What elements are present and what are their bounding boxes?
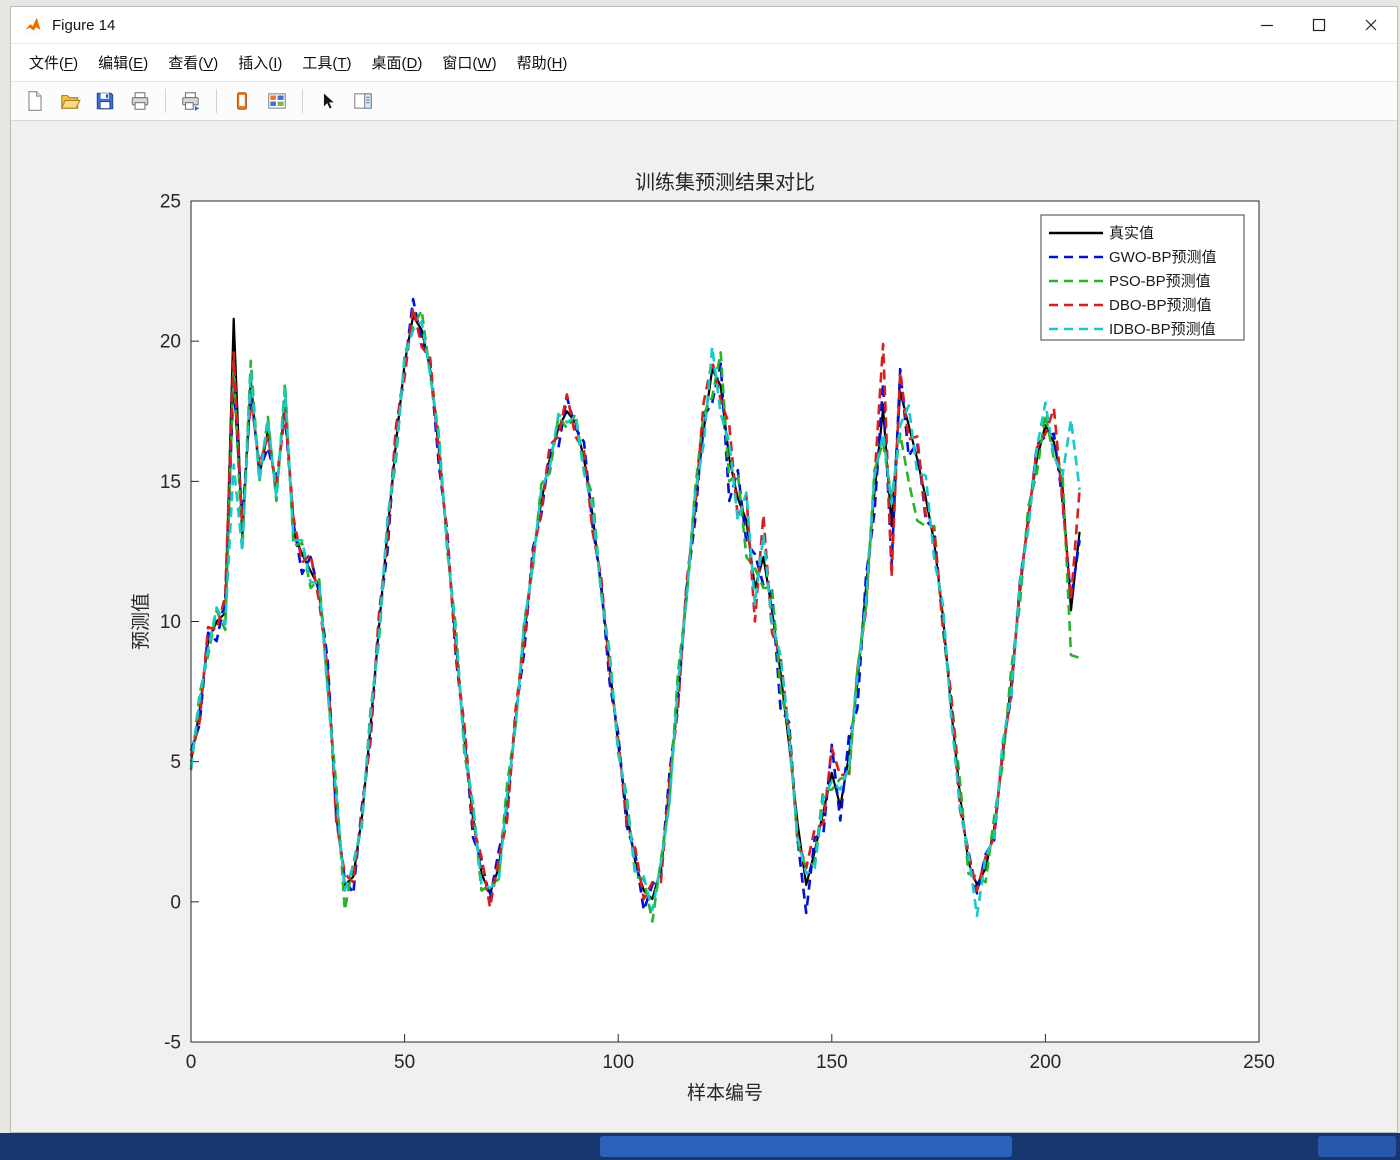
legend-entry-gwo-bp[interactable]: GWO-BP预测值 [1109, 249, 1217, 266]
figure-window: Figure 14 文件(F) 编辑(E) 查看(V) 插入(I) 工具(T) 桌面(D)… [10, 6, 1398, 1133]
x-tick-label: 0 [186, 1052, 197, 1073]
window-title: Figure 14 [52, 16, 116, 34]
y-tick-label: 10 [160, 612, 181, 633]
print-preview-icon[interactable] [177, 87, 205, 115]
chart-title: 训练集预测结果对比 [635, 171, 815, 194]
y-axis-label: 预测值 [130, 593, 152, 650]
legend-entry-pso-bp[interactable]: PSO-BP预测值 [1109, 273, 1211, 290]
save-figure-icon[interactable] [91, 87, 119, 115]
y-tick-label: 15 [160, 472, 181, 493]
maximize-button[interactable] [1293, 7, 1345, 43]
x-axis-label: 样本编号 [687, 1082, 763, 1104]
toolbar-separator [216, 89, 217, 113]
y-tick-label: 25 [160, 192, 181, 213]
menu-item-view[interactable]: 查看(V) [158, 47, 228, 78]
y-tick-label: -5 [164, 1033, 181, 1054]
layout-grid-icon[interactable] [263, 87, 291, 115]
x-tick-label: 250 [1243, 1052, 1275, 1073]
background-taskbar [0, 1133, 1400, 1160]
background-taskbar-item-right [1318, 1136, 1396, 1157]
figure-canvas: 0 50 100 150 200 250 -5 0 5 10 15 20 25 训练集预测结果对比 样本编号… [11, 121, 1397, 1132]
plot-svg: 0 50 100 150 200 250-50510152025训练集预测结果对比样本编号… [130, 171, 1275, 1104]
x-tick-label: 100 [602, 1052, 634, 1073]
menu-item-help[interactable]: 帮助(H) [507, 47, 578, 78]
toolbar-separator [165, 89, 166, 113]
y-tick-label: 5 [170, 752, 181, 773]
side-panel-icon[interactable] [349, 87, 377, 115]
legend-entry-true[interactable]: 真实值 [1109, 224, 1154, 242]
y-tick-label: 20 [160, 332, 181, 353]
minimize-button[interactable] [1241, 7, 1293, 43]
toolbar-separator [302, 89, 303, 113]
menu-item-window[interactable]: 窗口(W) [432, 47, 506, 78]
toolbar [11, 82, 1397, 121]
print-figure-icon[interactable] [126, 87, 154, 115]
mobile-preview-icon[interactable] [228, 87, 256, 115]
desktop-background: Figure 14 文件(F) 编辑(E) 查看(V) 插入(I) 工具(T) 桌面(D)… [0, 0, 1400, 1160]
legend-entry-idbo-bp[interactable]: IDBO-BP预测值 [1109, 321, 1216, 338]
new-figure-icon[interactable] [21, 87, 49, 115]
menu-item-file[interactable]: 文件(F) [19, 47, 88, 78]
close-button[interactable] [1345, 7, 1397, 43]
legend-entry-dbo-bp[interactable]: DBO-BP预测值 [1109, 297, 1212, 314]
menu-item-insert[interactable]: 插入(I) [228, 47, 292, 78]
menu-item-edit[interactable]: 编辑(E) [88, 47, 158, 78]
x-tick-label: 50 [394, 1052, 415, 1073]
x-tick-label: 200 [1030, 1052, 1062, 1073]
matlab-figure-icon [23, 15, 43, 35]
open-file-icon[interactable] [56, 87, 84, 115]
background-taskbar-item [600, 1136, 1012, 1157]
window-controls [1241, 7, 1397, 43]
y-tick-label: 0 [170, 892, 181, 913]
x-tick-label: 150 [816, 1052, 848, 1073]
menu-item-tools[interactable]: 工具(T) [292, 47, 361, 78]
menubar: 文件(F) 编辑(E) 查看(V) 插入(I) 工具(T) 桌面(D) 窗口(W) 帮助(H) [11, 44, 1397, 82]
menu-item-desktop[interactable]: 桌面(D) [362, 47, 433, 78]
edit-plot-cursor-icon[interactable] [314, 87, 342, 115]
titlebar[interactable]: Figure 14 [11, 7, 1397, 44]
